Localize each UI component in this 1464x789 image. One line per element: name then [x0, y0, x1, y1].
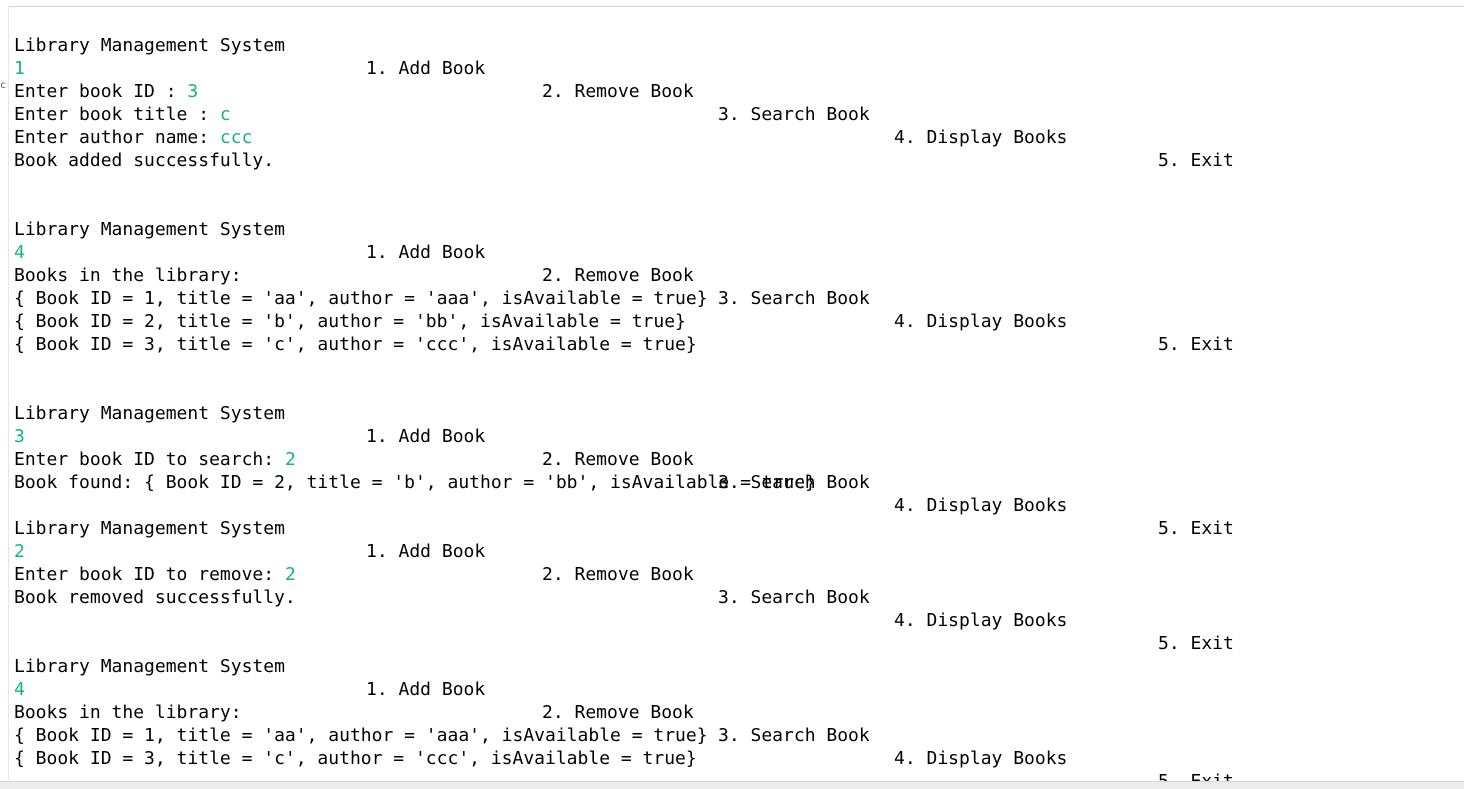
menu-line: Library Management System 1. Add Book 2.… — [14, 632, 1464, 789]
menu-option-search: 3. Search Book — [718, 104, 870, 125]
menu-option-add: 1. Add Book — [366, 679, 486, 700]
menu-option-exit: 5. Exit — [1158, 334, 1234, 355]
user-choice-line: 4 — [14, 241, 1464, 264]
menu-option-search: 3. Search Book — [718, 725, 870, 746]
menu-option-add: 1. Add Book — [366, 541, 486, 562]
prompt-line: Enter book ID to search: 2 — [14, 448, 1464, 471]
menu-option-remove: 2. Remove Book — [542, 265, 694, 286]
prompt-line: Enter author name: ccc — [14, 126, 1464, 149]
user-input: 2 — [284, 564, 296, 585]
menu-title: Library Management System — [14, 35, 285, 56]
user-input: 2 — [284, 449, 296, 470]
menu-line: Library Management System 1. Add Book 2.… — [14, 195, 1464, 355]
result-line: Book added successfully. — [14, 150, 275, 171]
console-window[interactable]: c Library Management System 1. Add Book … — [0, 0, 1464, 789]
menu-title: Library Management System — [14, 518, 285, 539]
menu-line: Library Management System 1. Add Book 2.… — [14, 379, 1464, 539]
menu-option-add: 1. Add Book — [366, 58, 486, 79]
clipped-top-line — [0, 0, 1464, 7]
menu-title: Library Management System — [14, 403, 285, 424]
gutter-mark: c — [0, 80, 7, 91]
menu-title: Library Management System — [14, 656, 285, 677]
left-gutter: c — [0, 6, 9, 781]
list-header: Books in the library: — [14, 702, 242, 723]
menu-option-display: 4. Display Books — [894, 311, 1068, 332]
menu-option-remove: 2. Remove Book — [542, 702, 694, 723]
user-choice-line: 1 — [14, 57, 1464, 80]
menu-option-add: 1. Add Book — [366, 426, 486, 447]
user-choice-line: 4 — [14, 678, 1464, 701]
prompt-line: Enter book ID to remove: 2 — [14, 563, 1464, 586]
horizontal-scrollbar[interactable] — [0, 781, 1464, 789]
menu-title: Library Management System — [14, 219, 285, 240]
book-record: { Book ID = 2, title = 'b', author = 'bb… — [14, 311, 686, 332]
menu-option-display: 4. Display Books — [894, 127, 1068, 148]
menu-option-search: 3. Search Book — [718, 472, 870, 493]
menu-option-display: 4. Display Books — [894, 748, 1068, 769]
user-choice-line: 3 — [14, 425, 1464, 448]
book-record: { Book ID = 3, title = 'c', author = 'cc… — [14, 748, 697, 769]
menu-option-remove: 2. Remove Book — [542, 81, 694, 102]
menu-line: Library Management System 1. Add Book 2.… — [14, 11, 1464, 171]
console-output[interactable]: Library Management System 1. Add Book 2.… — [14, 11, 1464, 789]
menu-option-display: 4. Display Books — [894, 610, 1068, 631]
menu-option-exit: 5. Exit — [1158, 150, 1234, 171]
prompt-line: Enter book ID : 3 — [14, 80, 1464, 103]
user-input: c — [219, 104, 231, 125]
menu-line: Library Management System 1. Add Book 2.… — [14, 494, 1464, 654]
user-input: ccc — [219, 127, 253, 148]
menu-option-exit: 5. Exit — [1158, 518, 1234, 539]
menu-option-search: 3. Search Book — [718, 288, 870, 309]
menu-option-add: 1. Add Book — [366, 242, 486, 263]
menu-option-remove: 2. Remove Book — [542, 564, 694, 585]
menu-option-remove: 2. Remove Book — [542, 449, 694, 470]
menu-option-search: 3. Search Book — [718, 587, 870, 608]
book-record: { Book ID = 3, title = 'c', author = 'cc… — [14, 334, 697, 355]
user-input: 3 — [187, 81, 199, 102]
user-choice-line: 2 — [14, 540, 1464, 563]
list-header: Books in the library: — [14, 265, 242, 286]
